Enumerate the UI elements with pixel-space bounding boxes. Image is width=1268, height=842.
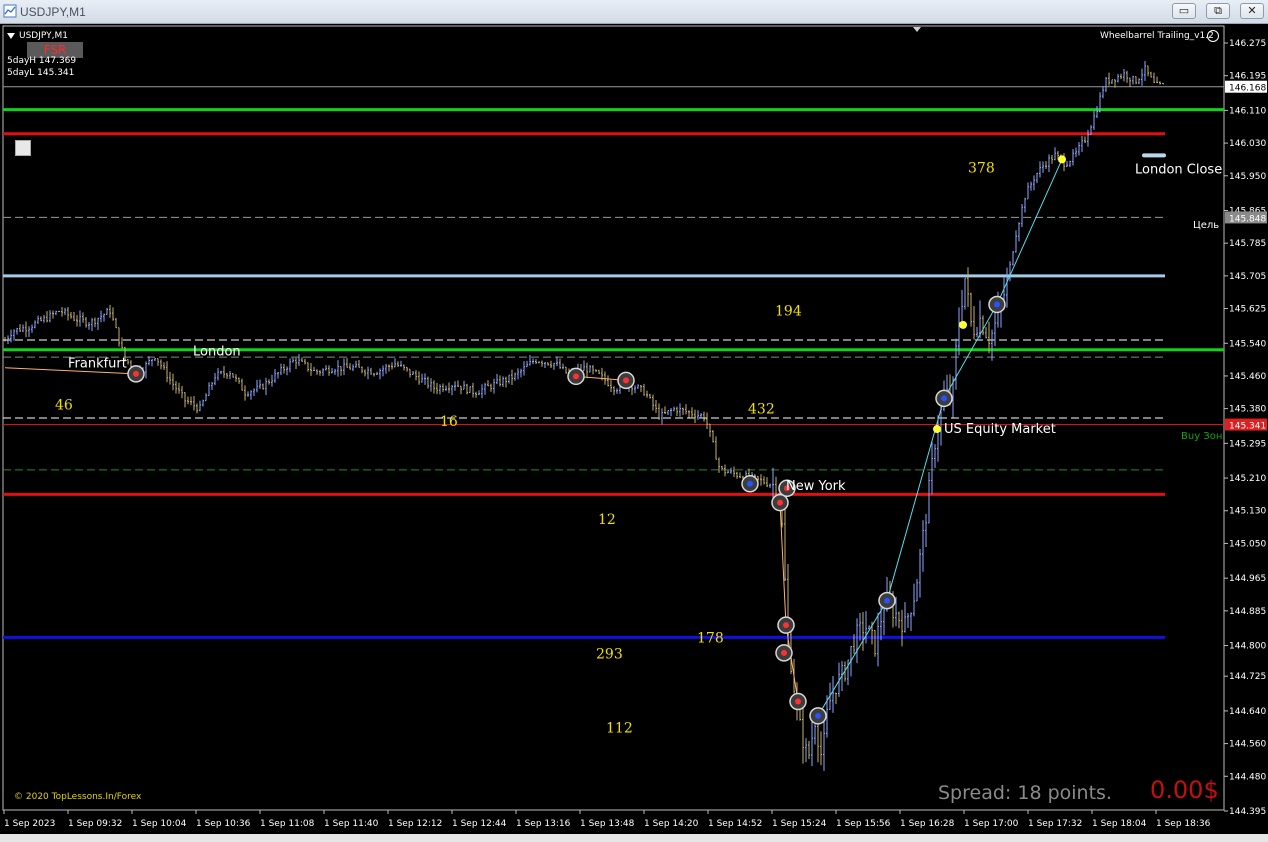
pip-count-label: 378	[968, 161, 995, 177]
y-tick-label: 146.275	[1229, 39, 1266, 49]
pip-count-label: 432	[748, 402, 775, 418]
pip-count-label: 46	[55, 398, 73, 414]
trade-trend-line	[779, 502, 799, 702]
x-tick-label: 1 Sep 10:36	[196, 819, 251, 829]
signal-dot	[959, 320, 967, 329]
pip-count-label: 12	[598, 512, 616, 528]
session-label: New York	[786, 479, 846, 494]
y-tick-label: 145.130	[1229, 507, 1266, 517]
smiley-expert-icon	[1207, 30, 1219, 42]
y-tick-label: 145.210	[1229, 474, 1266, 484]
minimize-button[interactable]: ▭	[1172, 3, 1196, 19]
chart-menu-triangle-icon[interactable]	[7, 33, 15, 39]
y-tick-label: 144.725	[1229, 672, 1266, 682]
profit-label: 0.00$	[1150, 776, 1219, 804]
trade-trend-line	[817, 159, 1063, 717]
pip-count-label: 178	[697, 630, 724, 646]
x-tick-label: 1 Sep 18:04	[1092, 819, 1147, 829]
x-tick-label: 1 Sep 14:20	[644, 819, 699, 829]
restore-button[interactable]: ⧉	[1206, 3, 1230, 19]
price-chart[interactable]: 146.275 146.195 146.110 146.030 145.950 145.8…	[0, 24, 1268, 834]
session-label: Цель	[1193, 220, 1219, 231]
current-price-label: 146.168	[1229, 84, 1266, 94]
y-tick-label: 144.965	[1229, 574, 1266, 584]
y-tick-label: 145.540	[1229, 339, 1266, 349]
y-tick-label: 145.050	[1229, 539, 1266, 549]
y-tick-label: 144.800	[1229, 642, 1266, 652]
x-tick-label: 1 Sep 15:56	[836, 819, 891, 829]
y-tick-label: 146.110	[1229, 106, 1266, 116]
price-tag-label: 145.848	[1229, 214, 1266, 224]
x-tick-label: 1 Sep 17:32	[1028, 819, 1082, 829]
y-tick-label: 145.625	[1229, 305, 1266, 315]
x-tick-label: 1 Sep 10:04	[132, 819, 187, 829]
chart-symbol-label: USDJPY,M1	[19, 31, 68, 41]
indicator-name-label: Wheelbarrel Trailing_v1.2	[1100, 31, 1214, 41]
trade-marker-center	[623, 377, 629, 384]
session-label: Frankfurt	[68, 357, 127, 372]
price-tag-label: 145.341	[1229, 422, 1266, 432]
five-day-high-label: 5dayH 147.369	[7, 56, 77, 66]
bottom-border	[0, 834, 1268, 842]
pip-count-label: 194	[775, 304, 802, 320]
x-tick-label: 1 Sep 11:40	[324, 819, 379, 829]
trade-marker-center	[815, 712, 821, 719]
trade-marker-center	[777, 499, 783, 506]
panel-toggle-checkbox[interactable]	[15, 140, 31, 156]
copyright-label: © 2020 TopLessons.In/Forex	[14, 792, 142, 802]
x-tick-label: 1 Sep 15:24	[772, 819, 827, 829]
x-tick-label: 1 Sep 09:32	[68, 819, 122, 829]
y-tick-label: 145.380	[1229, 405, 1266, 415]
session-label: London Close	[1135, 163, 1222, 178]
x-tick-label: 1 Sep 2023	[4, 819, 55, 829]
trade-marker-center	[573, 373, 579, 380]
y-tick-label: 145.460	[1229, 372, 1266, 382]
y-tick-label: 145.295	[1229, 439, 1266, 449]
x-tick-label: 1 Sep 13:48	[580, 819, 635, 829]
y-tick-label: 145.705	[1229, 272, 1266, 282]
x-tick-label: 1 Sep 12:44	[452, 819, 507, 829]
y-tick-label: 144.885	[1229, 607, 1266, 617]
x-tick-label: 1 Sep 11:08	[260, 819, 315, 829]
x-tick-label: 1 Sep 14:52	[708, 819, 762, 829]
trade-marker-center	[941, 395, 947, 402]
y-tick-label: 144.480	[1229, 772, 1266, 782]
y-tick-label: 144.560	[1229, 740, 1266, 750]
chart-shift-marker-icon[interactable]	[913, 27, 921, 32]
x-tick-label: 1 Sep 12:12	[388, 819, 442, 829]
x-tick-label: 1 Sep 17:00	[964, 819, 1019, 829]
x-tick-label: 1 Sep 16:28	[900, 819, 955, 829]
y-tick-label: 144.640	[1229, 707, 1266, 717]
pip-count-label: 112	[606, 720, 633, 736]
y-tick-label: 144.395	[1229, 807, 1266, 817]
session-label: London	[193, 344, 241, 359]
window-title: USDJPY,M1	[20, 5, 86, 19]
signal-dot	[933, 425, 941, 434]
trade-marker-center	[795, 698, 801, 705]
pip-count-label: 293	[596, 647, 623, 663]
pip-count-label: 16	[440, 414, 458, 430]
trade-marker-center	[783, 622, 789, 629]
trade-marker-center	[133, 370, 139, 377]
trade-marker-center	[781, 649, 787, 656]
y-tick-label: 145.785	[1229, 239, 1266, 249]
london-close-marker	[1142, 153, 1166, 158]
x-tick-label: 1 Sep 18:36	[1156, 819, 1211, 829]
chart-window-icon	[3, 4, 17, 18]
x-tick-label: 1 Sep 13:16	[516, 819, 571, 829]
signal-dot	[1058, 155, 1066, 164]
session-label: US Equity Market	[944, 422, 1056, 437]
spread-label: Spread: 18 points.	[938, 782, 1112, 804]
y-tick-label: 146.195	[1229, 72, 1266, 82]
session-label: Buy Зон	[1181, 431, 1222, 442]
close-button[interactable]: ✕	[1240, 3, 1264, 19]
y-tick-label: 146.030	[1229, 139, 1266, 149]
trade-marker-center	[884, 597, 890, 604]
five-day-low-label: 5dayL 145.341	[7, 68, 75, 78]
y-tick-label: 145.950	[1229, 172, 1266, 182]
window-titlebar: USDJPY,M1 ▭ ⧉ ✕	[0, 0, 1268, 24]
trade-marker-center	[747, 480, 753, 487]
trade-marker-center	[994, 301, 1000, 308]
